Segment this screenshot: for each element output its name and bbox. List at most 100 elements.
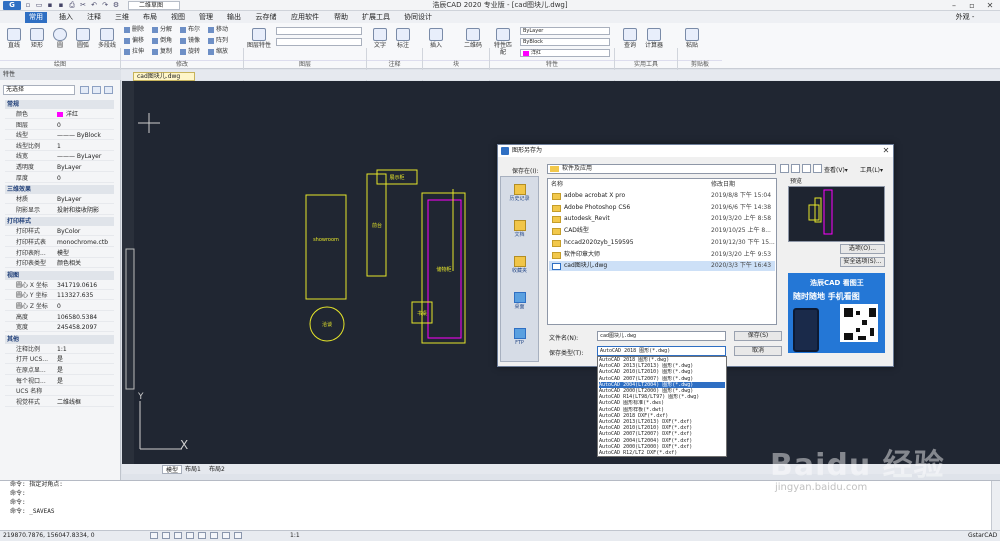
place-favorites[interactable]: 收藏夹 (500, 256, 539, 275)
tab-layout[interactable]: 布局 (139, 12, 161, 23)
tab-cloud[interactable]: 云存储 (251, 12, 281, 23)
tab-manage[interactable]: 管理 (195, 12, 217, 23)
close-icon[interactable]: ✕ (981, 0, 999, 11)
prop-row[interactable]: 视觉样式 二维线框 (5, 398, 114, 407)
tab-output[interactable]: 输出 (223, 12, 245, 23)
prop-value[interactable]: ——— ByBlock (57, 131, 101, 140)
mirror-tool[interactable]: 镜像 (180, 37, 200, 45)
offset-tool[interactable]: 偏移 (124, 37, 144, 45)
back-icon[interactable] (780, 164, 789, 173)
file-row[interactable]: autodesk_Revit 2019/3/20 上午 8:58 (549, 214, 775, 224)
prop-row[interactable]: 图层 0 (5, 121, 114, 130)
tab-layout1[interactable]: 布局1 (182, 465, 204, 474)
filetype-option[interactable]: AutoCAD R14(LT98/LT97) 图形(*.dwg) (599, 394, 725, 400)
rectangle-tool[interactable]: 矩形 (27, 28, 47, 49)
prop-row[interactable]: 打印表类型 颜色相关 (5, 259, 114, 269)
filetype-dropdown[interactable]: AutoCAD 2018 图形(*.dwg) (597, 346, 726, 356)
stretch-tool[interactable]: 拉伸 (124, 48, 144, 56)
tab-3d[interactable]: 三维 (111, 12, 133, 23)
array-tool[interactable]: 阵列 (208, 37, 228, 45)
prop-value[interactable]: 1 (57, 142, 61, 151)
tab-model[interactable]: 模型 (162, 465, 183, 474)
tab-home[interactable]: 常用 (25, 12, 47, 23)
select-objects-icon[interactable] (92, 86, 101, 94)
prop-row[interactable]: 注释比例 1:1 (5, 345, 114, 354)
quick-select-icon[interactable] (80, 86, 89, 94)
prop-row[interactable]: 打印表附... 模型 (5, 249, 114, 258)
prop-value[interactable]: 0 (57, 174, 61, 183)
command-scrollbar[interactable] (991, 481, 1000, 530)
prop-value[interactable]: 是 (57, 355, 63, 364)
tools-menu[interactable]: 工具(L)▾ (860, 165, 883, 174)
erase-tool[interactable]: 删除 (124, 26, 144, 34)
toggle-pickadd-icon[interactable] (104, 86, 113, 94)
prop-row[interactable]: 圆心 X 坐标 341719.0616 (5, 281, 114, 290)
filetype-option[interactable]: AutoCAD 图形标准(*.dws) (599, 400, 725, 406)
arc-tool[interactable]: 圆弧 (73, 28, 93, 49)
showroom-rect[interactable] (305, 194, 347, 300)
prop-value[interactable]: 模型 (57, 249, 69, 258)
layer-state-combo[interactable] (276, 38, 362, 46)
place-documents[interactable]: 文档 (500, 220, 539, 239)
filename-input[interactable]: cad图块儿.dwg (597, 331, 726, 341)
filetype-option[interactable]: AutoCAD 2010(LT2010) DXF(*.dxf) (599, 425, 725, 431)
save-in-combo[interactable]: 软件及应用 (547, 164, 776, 174)
filetype-option[interactable]: AutoCAD 2004(LT2004) 图形(*.dwg) (599, 381, 725, 388)
filetype-option[interactable]: AutoCAD 2013(LT2013) 图形(*.dwg) (599, 363, 725, 369)
tab-insert[interactable]: 插入 (55, 12, 77, 23)
prop-row[interactable]: 圆心 Y 坐标 113327.635 (5, 291, 114, 301)
prop-value[interactable]: 是 (57, 377, 63, 386)
prop-value[interactable]: 投射和接收阴影 (57, 206, 99, 215)
paste-tool[interactable]: 粘贴 (682, 28, 702, 49)
explode-tool[interactable]: 分解 (152, 26, 172, 34)
qrcode-tool[interactable]: 二维码 (460, 28, 486, 49)
prop-row[interactable]: 高度 106580.5384 (5, 313, 114, 322)
security-options-button[interactable]: 安全选项(S)... (840, 257, 885, 267)
filetype-option[interactable]: AutoCAD 2013(LT2013) DXF(*.dxf) (599, 419, 725, 425)
boolean-tool[interactable]: 布尔 (180, 26, 200, 34)
match-properties-tool[interactable]: 特性匹配 (492, 28, 514, 56)
column-name[interactable]: 名称 (551, 181, 563, 189)
prop-section-header[interactable]: 视图 (5, 270, 114, 280)
prop-section-header[interactable]: 打印样式 (5, 217, 114, 227)
cancel-button[interactable]: 取消 (734, 346, 782, 356)
prop-row[interactable]: 圆心 Z 坐标 0 (5, 302, 114, 311)
grid-icon[interactable] (162, 532, 170, 539)
appearance-menu[interactable]: 外观 - (945, 12, 985, 23)
prop-row[interactable]: 线型比例 1 (5, 142, 114, 151)
layer-combo[interactable] (276, 27, 362, 35)
save-button[interactable]: 保存(S) (734, 331, 782, 341)
scale-tool[interactable]: 缩放 (208, 48, 228, 56)
options-button[interactable]: 选项(O)... (840, 244, 885, 254)
filetype-option[interactable]: AutoCAD 2018 图形(*.dwg) (599, 357, 725, 363)
text-tool[interactable]: 文字 (370, 28, 390, 49)
prop-value[interactable]: ——— ByLayer (57, 152, 101, 161)
filetype-option[interactable]: AutoCAD 2018 DXF(*.dxf) (599, 413, 725, 419)
circle-tool[interactable]: 圆 (50, 28, 70, 49)
polar-icon[interactable] (186, 532, 194, 539)
minimize-icon[interactable]: – (945, 0, 963, 11)
linetype-combo[interactable]: ByLayer (520, 27, 610, 35)
chamfer-tool[interactable]: 倒角 (152, 37, 172, 45)
prop-value[interactable]: 341719.0616 (57, 281, 97, 290)
filetype-option[interactable]: AutoCAD 2007(LT2007) DXF(*.dxf) (599, 431, 725, 437)
color-combo[interactable]: 洋红 (520, 49, 610, 57)
prop-value[interactable]: 106580.5384 (57, 313, 97, 322)
prop-value[interactable]: ByColor (57, 227, 80, 236)
layer-properties-tool[interactable]: 图层特性 (247, 28, 271, 49)
prop-value[interactable]: 洋红 (66, 110, 78, 119)
file-row[interactable]: Adobe Photoshop CS6 2019/6/6 下午 14:38 (549, 203, 775, 213)
up-folder-icon[interactable] (791, 164, 800, 173)
polyline-tool[interactable]: 多段线 (96, 28, 118, 49)
tab-apps[interactable]: 应用软件 (287, 12, 323, 23)
tab-layout2[interactable]: 布局2 (206, 465, 228, 474)
place-history[interactable]: 历史记录 (500, 184, 539, 203)
copy-tool[interactable]: 复制 (152, 48, 172, 56)
prop-row[interactable]: 线型 ——— ByBlock (5, 131, 114, 141)
prop-value[interactable]: ByLayer (57, 195, 81, 204)
prop-value[interactable]: 颜色相关 (57, 259, 81, 268)
view-menu[interactable]: 查看(V)▾ (824, 165, 848, 174)
prop-value[interactable]: 245458.2097 (57, 323, 97, 332)
maximize-icon[interactable]: ▫ (963, 0, 981, 11)
filetype-option[interactable]: AutoCAD 2010(LT2010) 图形(*.dwg) (599, 369, 725, 375)
